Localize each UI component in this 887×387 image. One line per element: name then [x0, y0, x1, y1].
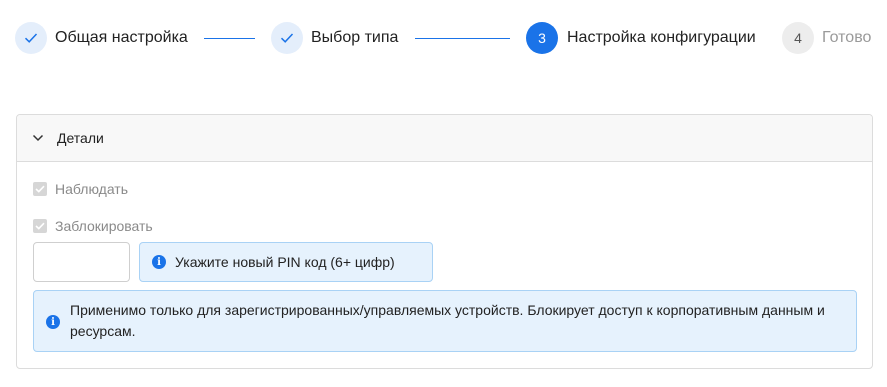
check-icon: [280, 33, 294, 43]
step-3-circle: 3: [526, 22, 558, 54]
details-panel: Детали Наблюдать Заблокировать i Укажите…: [16, 114, 873, 369]
pin-hint-tooltip: i Укажите новый PIN код (6+ цифр): [139, 242, 433, 282]
chevron-down-icon: [31, 131, 45, 145]
info-icon: i: [152, 255, 166, 269]
observe-checkbox[interactable]: [33, 182, 47, 196]
details-panel-title: Детали: [57, 130, 104, 146]
block-checkbox-row[interactable]: Заблокировать: [33, 218, 153, 234]
step-configuration[interactable]: 3 Настройка конфигурации: [526, 22, 756, 54]
block-checkbox-label: Заблокировать: [55, 218, 153, 234]
step-4-label: Готово: [822, 29, 872, 46]
step-select-type[interactable]: Выбор типа: [271, 22, 398, 54]
step-connector-1: [204, 38, 255, 39]
step-2-circle: [271, 22, 303, 54]
stepper: Общая настройка Выбор типа 3 Настройка к…: [15, 22, 887, 54]
pin-hint-text: Укажите новый PIN код (6+ цифр): [175, 254, 395, 270]
observe-checkbox-row[interactable]: Наблюдать: [33, 181, 128, 197]
check-icon: [35, 185, 45, 193]
step-connector-2: [415, 38, 510, 39]
pin-code-input[interactable]: [33, 242, 130, 282]
check-icon: [24, 33, 38, 43]
step-1-label: Общая настройка: [55, 29, 188, 46]
step-done[interactable]: 4 Готово: [782, 22, 871, 54]
step-general-settings[interactable]: Общая настройка: [15, 22, 188, 54]
info-note-text: Применимо только для зарегистрированных/…: [70, 302, 825, 339]
info-icon: i: [46, 315, 60, 329]
step-4-circle: 4: [782, 22, 814, 54]
block-checkbox[interactable]: [33, 219, 47, 233]
observe-checkbox-label: Наблюдать: [55, 181, 129, 197]
step-1-circle: [15, 22, 47, 54]
check-icon: [35, 222, 45, 230]
step-3-label: Настройка конфигурации: [567, 29, 756, 46]
info-note: i Применимо только для зарегистрированны…: [33, 290, 857, 352]
details-panel-header[interactable]: Детали: [17, 115, 872, 162]
step-2-label: Выбор типа: [311, 29, 399, 46]
